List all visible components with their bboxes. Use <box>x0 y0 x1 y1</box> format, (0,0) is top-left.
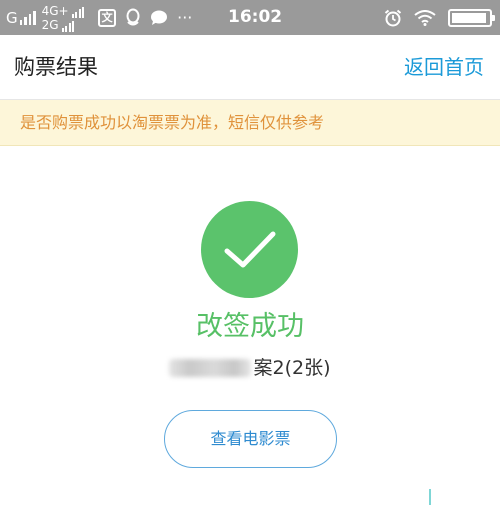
redacted-text-blur <box>169 359 252 377</box>
success-check-icon <box>201 201 298 298</box>
signal-icon-secondary <box>71 6 85 18</box>
back-home-link[interactable]: 返回首页 <box>404 35 484 100</box>
scroll-indicator <box>429 489 431 505</box>
qq-icon <box>126 8 140 25</box>
message-bubble-icon <box>151 10 168 25</box>
status-right <box>384 0 495 35</box>
network-top-label: 4G+ <box>41 3 69 18</box>
status-time: 16:02 <box>228 7 283 27</box>
checkmark-icon <box>224 231 276 268</box>
result-title: 改签成功 <box>196 311 304 342</box>
notice-text: 是否购票成功以淘票票为准，短信仅供参考 <box>20 113 325 132</box>
signal-icon <box>19 10 36 25</box>
network-bottom-label: 2G <box>41 17 59 32</box>
result-detail-text: 案2(2张) <box>253 357 331 379</box>
battery-fill <box>452 12 486 23</box>
result-detail: 案2(2张) <box>0 353 500 380</box>
alarm-icon <box>384 9 402 26</box>
more-notifications-icon: ··· <box>177 8 193 27</box>
network-indicator: 4G+ 2G <box>42 4 85 32</box>
view-ticket-button[interactable]: 查看电影票 <box>164 410 337 468</box>
page-title: 购票结果 <box>14 55 98 79</box>
battery-icon <box>448 8 495 27</box>
status-left: G 4G+ 2G 文 ··· <box>6 0 192 35</box>
notice-banner: 是否购票成功以淘票票为准，短信仅供参考 <box>0 100 500 146</box>
notification-icons: 文 ··· <box>98 8 192 28</box>
status-bar: G 4G+ 2G 文 ··· 16:02 <box>0 0 500 35</box>
carrier-label: G <box>6 8 18 27</box>
page-header: 购票结果 返回首页 <box>0 35 500 100</box>
wifi-icon <box>414 9 436 26</box>
app-notification-icon: 文 <box>98 8 117 27</box>
signal-icon-tertiary <box>61 20 75 32</box>
